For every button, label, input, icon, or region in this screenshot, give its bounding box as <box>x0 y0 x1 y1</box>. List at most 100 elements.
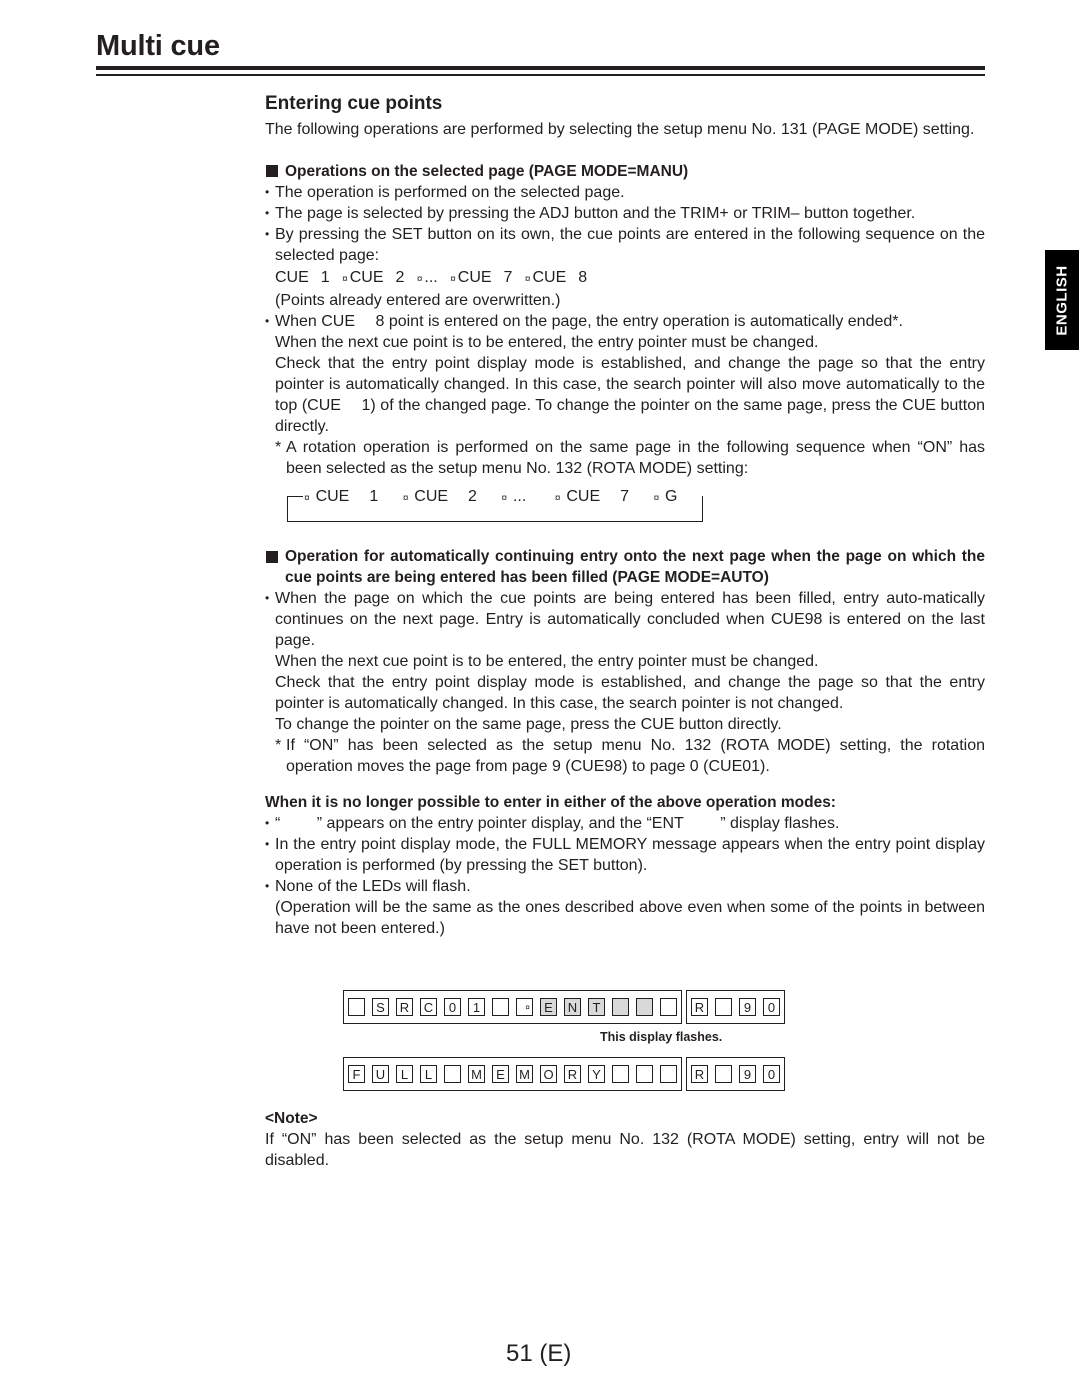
display-cell: 0 <box>444 998 461 1016</box>
manu-bullet-4: When CUE 8 point is entered on the page,… <box>265 311 985 332</box>
rota-item: CUE 7 <box>566 487 630 505</box>
arrow-icon: ¤ <box>342 273 348 285</box>
display-cell: 0 <box>763 998 780 1016</box>
display-cell: E <box>492 1065 509 1083</box>
display-cell <box>715 998 732 1016</box>
display-cell: R <box>396 998 413 1016</box>
footnote-mark: * <box>275 737 282 755</box>
full-heading: When it is no longer possible to enter i… <box>265 793 836 811</box>
display-cell: O <box>540 1065 557 1083</box>
title-rule-thin <box>96 74 985 76</box>
entry-pointer-icon: ¤ <box>525 1002 530 1012</box>
auto-footnote: * If “ON” has been selected as the setup… <box>265 735 985 777</box>
square-bullet-icon <box>266 165 278 178</box>
display-cell: M <box>468 1065 485 1083</box>
display-cell: 9 <box>739 1065 756 1083</box>
section-heading: Entering cue points <box>265 93 443 114</box>
rota-item: G <box>665 487 678 505</box>
auto-para-2: Check that the entry point display mode … <box>275 674 985 713</box>
seq-item: CUE 1 <box>275 268 330 286</box>
page-title: Multi cue <box>96 30 220 62</box>
flash-caption: This display flashes. <box>600 1030 723 1044</box>
cue-sequence: CUE 1 ¤ CUE 2 ¤... ¤ CUE 7 ¤ CUE 8 <box>265 267 985 290</box>
display-cell: N <box>564 998 581 1016</box>
display-cell: 1 <box>468 998 485 1016</box>
manu-heading-text: Operations on the selected page (PAGE MO… <box>285 163 689 181</box>
display-cell: 0 <box>763 1065 780 1083</box>
display-cell <box>612 1065 629 1083</box>
overwrite-note: (Points already entered are overwritten.… <box>275 291 561 309</box>
display-cell: ¤ <box>516 998 533 1016</box>
auto-heading-text: Operation for automatically continuing e… <box>285 547 985 586</box>
display-cell: R <box>691 998 708 1016</box>
arrow-icon: ¤ <box>501 492 507 504</box>
manu-bullet-1: The operation is performed on the select… <box>265 182 985 203</box>
title-rule-thick <box>96 66 985 70</box>
manu-bullet-4-para: Check that the entry point display mode … <box>275 354 985 436</box>
full-bullet-2: In the entry point display mode, the FUL… <box>265 834 985 876</box>
language-tab: ENGLISH <box>1045 250 1079 350</box>
note-block: <Note> If “ON” has been selected as the … <box>265 1086 985 1171</box>
auto-para-3: To change the pointer on the same page, … <box>275 716 782 734</box>
display-cell <box>348 998 365 1016</box>
auto-bullet-1: When the page on which the cue points ar… <box>265 588 985 651</box>
display-cell: S <box>372 998 389 1016</box>
display-cell: L <box>396 1065 413 1083</box>
display-cell: U <box>372 1065 389 1083</box>
footnote-mark: * <box>275 439 282 457</box>
display-cell <box>660 1065 677 1083</box>
arrow-icon: ¤ <box>653 492 660 504</box>
manu-heading: Operations on the selected page (PAGE MO… <box>265 161 985 182</box>
manu-bullet-2: The page is selected by pressing the ADJ… <box>265 203 985 224</box>
loop-line <box>287 520 703 522</box>
display-side-panel: R 90 <box>686 990 785 1024</box>
display-cell: R <box>564 1065 581 1083</box>
display-cell <box>636 1065 653 1083</box>
manu-footnote-text: A rotation operation is performed on the… <box>286 439 985 478</box>
display-cell: 9 <box>739 998 756 1016</box>
language-tab-label: ENGLISH <box>1053 264 1071 336</box>
display-cell: T <box>588 998 605 1016</box>
seq-item: CUE 7 <box>457 268 513 286</box>
arrow-icon: ¤ <box>524 273 531 285</box>
page-number: 51 (E) <box>506 1340 572 1367</box>
note-text: If “ON” has been selected as the setup m… <box>265 1131 985 1170</box>
display-cell <box>636 998 653 1016</box>
display-cell: C <box>420 998 437 1016</box>
main-content: Entering cue points The following operat… <box>265 92 985 939</box>
loop-line <box>287 495 303 497</box>
display-cell: L <box>420 1065 437 1083</box>
display-cell <box>715 1065 732 1083</box>
full-bullet-3: None of the LEDs will flash. <box>265 876 985 897</box>
entry-display-flashing: S R C 0 1 ¤ E N T R90 <box>343 990 785 1024</box>
auto-heading: Operation for automatically continuing e… <box>265 546 985 588</box>
display-cell: Y <box>588 1065 605 1083</box>
display-cell <box>612 998 629 1016</box>
display-cell <box>660 998 677 1016</box>
manu-bullet-3: By pressing the SET button on its own, t… <box>265 224 985 266</box>
section-intro: The following operations are performed b… <box>265 121 975 138</box>
seq-item: CUE 8 <box>532 268 588 286</box>
arrow-icon: ¤ <box>402 492 409 504</box>
seq-item: ... <box>424 268 438 286</box>
arrow-icon: ¤ <box>304 492 310 504</box>
full-bullet-1: “ ” appears on the entry pointer display… <box>265 813 985 834</box>
seq-item: CUE 2 <box>349 268 405 286</box>
square-bullet-icon <box>266 550 278 563</box>
loop-line <box>702 495 703 522</box>
manu-footnote: * A rotation operation is performed on t… <box>265 437 985 479</box>
display-cell: E <box>540 998 557 1016</box>
arrow-icon: ¤ <box>416 273 423 285</box>
display-main-panel: S R C 0 1 ¤ E N T <box>343 990 682 1024</box>
note-heading: <Note> <box>265 1110 318 1127</box>
arrow-icon: ¤ <box>554 492 561 504</box>
loop-line <box>287 495 288 522</box>
display-cell <box>492 998 509 1016</box>
display-cell <box>444 1065 461 1083</box>
display-cell: M <box>516 1065 533 1083</box>
rota-item: CUE 1 <box>315 487 379 505</box>
display-cell: F <box>348 1065 365 1083</box>
rota-item: ... <box>512 487 527 505</box>
full-para: (Operation will be the same as the ones … <box>275 899 985 938</box>
rota-item: CUE 2 <box>414 487 477 505</box>
